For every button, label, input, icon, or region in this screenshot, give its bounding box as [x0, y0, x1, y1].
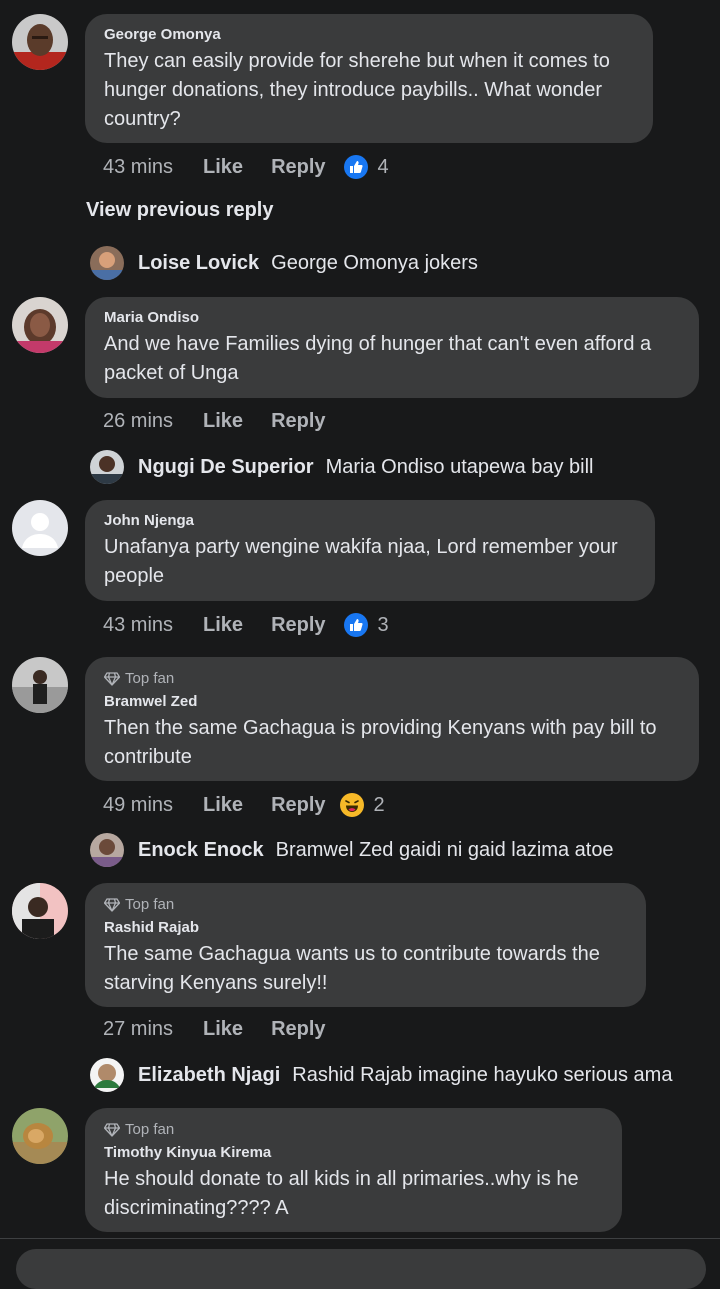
comment-time[interactable]: 49 mins	[103, 794, 173, 817]
diamond-icon	[104, 898, 120, 912]
comment-time[interactable]: 43 mins	[103, 614, 173, 637]
like-button[interactable]: Like	[203, 410, 243, 433]
comment-bubble: Top fan Rashid Rajab The same Gachagua w…	[85, 883, 646, 1007]
reply-button[interactable]: Reply	[271, 794, 325, 817]
like-button[interactable]: Like	[203, 794, 243, 817]
default-avatar-icon[interactable]	[12, 500, 68, 556]
reply-row[interactable]: Enock Enock Bramwel Zed gaidi ni gaid la…	[90, 832, 614, 868]
comment-text: Unafanya party wengine wakifa njaa, Lord…	[104, 536, 618, 587]
reply-text: George Omonya jokers	[271, 251, 478, 274]
comment-bubble: George Omonya They can easily provide fo…	[85, 14, 653, 143]
comment-bubble: Maria Ondiso And we have Families dying …	[85, 297, 699, 398]
avatar[interactable]	[90, 833, 124, 867]
avatar[interactable]	[12, 297, 68, 353]
comment-time[interactable]: 27 mins	[103, 1018, 173, 1041]
avatar[interactable]	[12, 657, 68, 713]
reply-button[interactable]: Reply	[271, 410, 325, 433]
comment-text: He should donate to all kids in all prim…	[104, 1168, 579, 1219]
diamond-icon	[104, 672, 120, 686]
comment-bubble: Top fan Timothy Kinyua Kirema He should …	[85, 1108, 622, 1232]
avatar[interactable]	[90, 246, 124, 280]
comment-actions: 27 mins Like Reply	[103, 1014, 354, 1044]
reply-button[interactable]: Reply	[271, 1018, 325, 1041]
haha-icon	[339, 793, 364, 817]
avatar[interactable]	[12, 1108, 68, 1164]
reply-text: Maria Ondiso utapewa bay bill	[325, 455, 594, 478]
comment-text: The same Gachagua wants us to contribute…	[104, 943, 600, 994]
avatar[interactable]	[90, 1058, 124, 1092]
comment-actions: 49 mins Like Reply 2	[103, 790, 385, 820]
comment-text: And we have Families dying of hunger tha…	[104, 333, 652, 384]
reply-author[interactable]: Ngugi De Superior	[138, 456, 314, 479]
reply-author[interactable]: Loise Lovick	[138, 252, 259, 275]
thumbs-up-icon	[343, 613, 368, 637]
reply-row[interactable]: Elizabeth Njagi Rashid Rajab imagine hay…	[90, 1057, 672, 1093]
avatar[interactable]	[12, 883, 68, 939]
comment-author[interactable]: Rashid Rajab	[104, 919, 628, 937]
view-previous-reply-link[interactable]: View previous reply	[86, 199, 274, 222]
reaction-count: 2	[373, 793, 385, 816]
reaction-summary[interactable]: 2	[339, 793, 385, 817]
comment-time[interactable]: 26 mins	[103, 410, 173, 433]
comment-author[interactable]: George Omonya	[104, 26, 635, 44]
reaction-summary[interactable]: 4	[343, 155, 389, 179]
like-button[interactable]: Like	[203, 614, 243, 637]
top-fan-badge: Top fan	[104, 1120, 604, 1140]
comment-text: Then the same Gachagua is providing Keny…	[104, 717, 657, 768]
like-button[interactable]: Like	[203, 1018, 243, 1041]
comment-bubble: Top fan Bramwel Zed Then the same Gachag…	[85, 657, 699, 781]
comment-author[interactable]: Bramwel Zed	[104, 693, 681, 711]
reply-row[interactable]: Ngugi De Superior Maria Ondiso utapewa b…	[90, 449, 594, 485]
reaction-summary[interactable]: 3	[343, 613, 389, 637]
reaction-count: 3	[377, 613, 389, 636]
reply-button[interactable]: Reply	[271, 156, 325, 179]
reply-text: Rashid Rajab imagine hayuko serious ama	[292, 1063, 673, 1086]
diamond-icon	[104, 1123, 120, 1137]
comment-actions: 43 mins Like Reply 3	[103, 610, 389, 640]
avatar[interactable]	[90, 450, 124, 484]
reply-author[interactable]: Enock Enock	[138, 839, 264, 862]
reply-text: Bramwel Zed gaidi ni gaid lazima atoe	[275, 838, 614, 861]
top-fan-badge: Top fan	[104, 895, 628, 915]
top-fan-badge: Top fan	[104, 669, 681, 689]
comment-actions: 43 mins Like Reply 4	[103, 152, 389, 182]
comment-author[interactable]: Timothy Kinyua Kirema	[104, 1144, 604, 1162]
comment-input[interactable]	[16, 1249, 706, 1289]
avatar[interactable]	[12, 14, 68, 70]
comment-time[interactable]: 43 mins	[103, 156, 173, 179]
comment-text: They can easily provide for sherehe but …	[104, 50, 610, 130]
reply-row[interactable]: Loise Lovick George Omonya jokers	[90, 245, 478, 281]
reaction-count: 4	[377, 155, 389, 178]
reply-button[interactable]: Reply	[271, 614, 325, 637]
top-fan-label: Top fan	[125, 896, 175, 913]
reply-author[interactable]: Elizabeth Njagi	[138, 1064, 280, 1087]
top-fan-label: Top fan	[125, 670, 175, 687]
like-button[interactable]: Like	[203, 156, 243, 179]
comment-bubble: John Njenga Unafanya party wengine wakif…	[85, 500, 655, 601]
comment-actions: 26 mins Like Reply	[103, 406, 354, 436]
comment-author[interactable]: Maria Ondiso	[104, 309, 681, 327]
comment-author[interactable]: John Njenga	[104, 512, 637, 530]
thumbs-up-icon	[343, 155, 368, 179]
top-fan-label: Top fan	[125, 1121, 175, 1138]
